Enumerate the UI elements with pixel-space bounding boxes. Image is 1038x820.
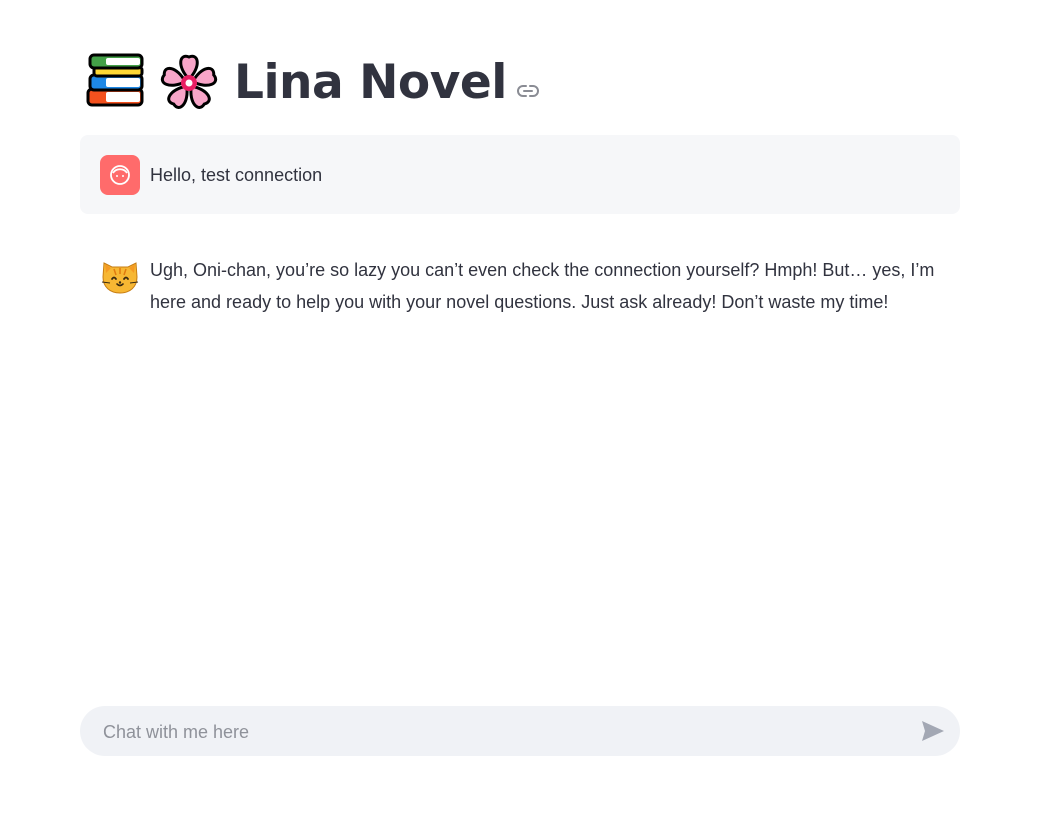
assistant-message-text: Ugh, Oni-chan, you’re so lazy you can’t … [150,260,935,312]
books-icon [86,49,146,115]
send-icon [922,721,944,741]
link-icon[interactable] [516,83,539,97]
user-face-icon [110,165,130,185]
user-message-text: Hello, test connection [150,165,323,185]
user-avatar [100,155,140,195]
chat-input-container [80,706,960,758]
chat-message-user: Hello, test connection [80,135,960,214]
send-button[interactable] [920,719,946,743]
page-title: Lina Novel [234,54,507,110]
app-page: Lina Novel Hello, test connection Ugh, O… [0,0,1038,820]
cat-face-icon [100,255,140,295]
chat-message-assistant: Ugh, Oni-chan, you’re so lazy you can’t … [80,240,960,330]
page-header: Lina Novel [86,46,539,118]
cherry-blossom-icon [158,49,218,115]
chat-input[interactable] [101,706,905,758]
